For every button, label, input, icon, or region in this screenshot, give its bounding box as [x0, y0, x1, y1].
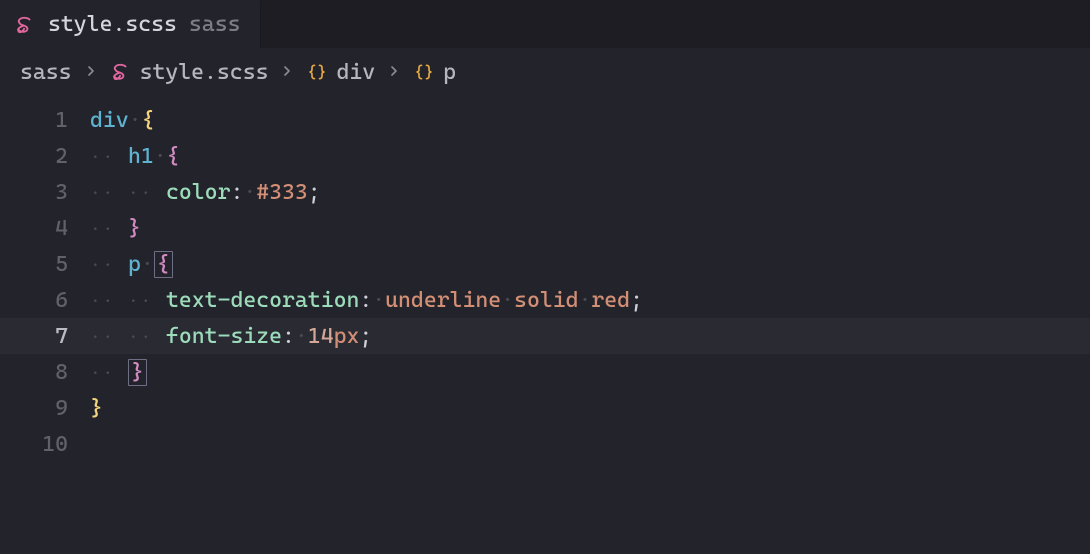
- code-line: 5 ··p·{: [0, 246, 1090, 282]
- line-number: 6: [0, 288, 78, 313]
- breadcrumb-file-label: style.scss: [140, 60, 269, 85]
- tab-language: sass: [189, 12, 241, 37]
- breadcrumb-symbol-div[interactable]: div: [306, 60, 375, 85]
- code-line: 6 ····text-decoration:·underline·solid·r…: [0, 282, 1090, 318]
- chevron-right-icon: [380, 60, 408, 85]
- chevron-right-icon: [273, 60, 301, 85]
- line-number: 2: [0, 144, 78, 169]
- line-number: 10: [0, 432, 78, 457]
- symbol-icon: [413, 61, 435, 83]
- tab-filename: style.scss: [48, 12, 177, 37]
- breadcrumb: sass style.scss div p: [0, 48, 1090, 96]
- breadcrumb-symbol-label: p: [443, 60, 456, 85]
- code-editor[interactable]: 1 div·{ 2 ··h1·{ 3 ····color:·#333; 4 ··…: [0, 96, 1090, 462]
- code-line: 2 ··h1·{: [0, 138, 1090, 174]
- bracket-match-close: }: [128, 359, 147, 386]
- line-number: 4: [0, 216, 78, 241]
- code-content: ····color:·#333;: [78, 180, 321, 205]
- code-line: 8 ··}: [0, 354, 1090, 390]
- code-content: ··}: [78, 359, 147, 386]
- line-number: 8: [0, 360, 78, 385]
- tab-strip: style.scss sass: [0, 0, 1090, 48]
- sass-icon: [110, 61, 132, 83]
- code-content: div·{: [78, 108, 154, 133]
- code-line: 9 }: [0, 390, 1090, 426]
- code-content: ····text-decoration:·underline·solid·red…: [78, 288, 643, 313]
- breadcrumb-symbol-p[interactable]: p: [413, 60, 456, 85]
- line-number: 7: [0, 324, 78, 349]
- code-line: 3 ····color:·#333;: [0, 174, 1090, 210]
- tab-style-scss[interactable]: style.scss sass: [0, 0, 261, 48]
- code-line-current: 7 ····font-size:·14px;: [0, 318, 1090, 354]
- code-line: 10: [0, 426, 1090, 462]
- code-line: 4 ··}: [0, 210, 1090, 246]
- breadcrumb-folder[interactable]: sass: [20, 60, 72, 85]
- chevron-right-icon: [77, 60, 105, 85]
- line-number: 1: [0, 108, 78, 133]
- code-content: ··h1·{: [78, 144, 180, 169]
- breadcrumb-file[interactable]: style.scss: [110, 60, 269, 85]
- sass-icon: [14, 14, 36, 36]
- line-number: 3: [0, 180, 78, 205]
- symbol-icon: [306, 61, 328, 83]
- code-line: 1 div·{: [0, 102, 1090, 138]
- breadcrumb-folder-label: sass: [20, 60, 72, 85]
- line-number: 5: [0, 252, 78, 277]
- code-content: }: [78, 396, 103, 421]
- bracket-match-open: {: [154, 251, 173, 278]
- code-content: ····font-size:·14px;: [78, 324, 372, 349]
- code-content: ··}: [78, 216, 141, 241]
- line-number: 9: [0, 396, 78, 421]
- breadcrumb-symbol-label: div: [336, 60, 375, 85]
- code-content: ··p·{: [78, 251, 173, 278]
